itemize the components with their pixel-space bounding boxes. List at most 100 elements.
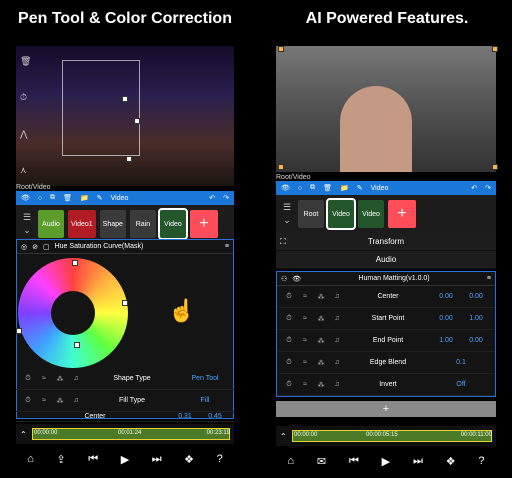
add-effect-button[interactable]: + [276, 401, 496, 417]
start-point-x[interactable]: 0.00 [431, 315, 461, 322]
pen-icon[interactable]: ✎ [357, 184, 363, 192]
gem-icon[interactable]: ❖ [446, 455, 456, 468]
trash-icon[interactable]: 🗑 [20, 56, 32, 67]
share-icon[interactable]: ⇪ [56, 453, 65, 466]
pattern-icon[interactable]: ⁂ [313, 381, 329, 389]
row-center[interactable]: Center 0.31 0.45 [16, 412, 234, 422]
redo-icon[interactable]: ↷ [485, 184, 491, 192]
note-icon[interactable]: ♫ [329, 293, 345, 300]
redo-icon[interactable]: ↷ [223, 194, 229, 202]
timer-icon[interactable]: ⏱ [281, 381, 297, 389]
row-fill-type[interactable]: ⏱ ≈ ⁂ ♫ Fill Type Fill [16, 390, 234, 412]
row-edge-blend[interactable]: ⏱ ≈ ⁂ ♫ Edge Blend 0.1 [277, 352, 495, 374]
pattern-icon[interactable]: ⁂ [313, 337, 329, 345]
layer-chip-root[interactable]: Root [298, 200, 324, 228]
play-icon[interactable]: ▶ [382, 455, 390, 468]
mask-handle[interactable] [134, 118, 140, 124]
copy-icon[interactable]: ⧉ [310, 184, 315, 192]
mask-handle[interactable] [122, 96, 128, 102]
trash-icon[interactable]: 🗑 [63, 194, 72, 202]
chevron-up-icon[interactable]: ⌃ [20, 430, 27, 439]
graph-icon[interactable]: ≈ [297, 315, 313, 322]
pen-icon[interactable]: ✎ [97, 194, 103, 202]
pattern-icon[interactable]: ⁂ [52, 375, 68, 383]
invert-value[interactable]: Off [431, 381, 491, 388]
row-invert[interactable]: ⏱ ≈ ⁂ ♫ Invert Off [277, 374, 495, 396]
timer-icon[interactable]: ⏱ [281, 359, 297, 367]
graph-icon[interactable]: ≈ [36, 397, 52, 404]
timeline[interactable]: ⌃ 00:00:00 00:00:05:15 00:00:11:00 [276, 426, 496, 446]
pattern-icon[interactable]: ⁂ [52, 397, 68, 405]
eye-icon[interactable]: 👁 [21, 194, 30, 202]
help-icon[interactable]: ? [217, 453, 223, 465]
layer-chip-audio[interactable]: Audio [38, 210, 64, 238]
edge-blend-value[interactable]: 0.1 [431, 359, 491, 366]
note-icon[interactable]: ♫ [329, 381, 345, 388]
timer-icon[interactable]: ⏱ [281, 315, 297, 323]
note-icon[interactable]: ♫ [329, 359, 345, 366]
next-icon[interactable]: ⏭ [152, 453, 162, 466]
list-icon[interactable]: ☰ [23, 212, 31, 223]
next-icon[interactable]: ⏭ [413, 455, 423, 468]
help-icon[interactable]: ? [478, 455, 484, 467]
gem-icon[interactable]: ❖ [184, 453, 194, 466]
graph-icon[interactable]: ≈ [297, 293, 313, 300]
row-start-point[interactable]: ⏱ ≈ ⁂ ♫ Start Point 0.00 1.00 [277, 308, 495, 330]
curve-icon[interactable]: ⋀ [20, 129, 32, 140]
timer-icon[interactable]: ⏱ [281, 337, 297, 345]
copy-icon[interactable]: ⧉ [50, 194, 55, 202]
add-layer-button[interactable]: + [388, 200, 416, 228]
corner-handle[interactable] [492, 164, 498, 170]
menu-icon[interactable]: ≡ [487, 275, 491, 282]
home-icon[interactable]: ⌂ [287, 455, 294, 467]
layer-chip-video-2[interactable]: Video [358, 200, 384, 228]
eye-icon[interactable]: 👁 [292, 275, 301, 283]
pattern-icon[interactable]: ⁂ [313, 359, 329, 367]
color-wheel[interactable] [18, 258, 128, 368]
wheel-handle[interactable] [122, 300, 128, 306]
graph-icon[interactable]: ≈ [297, 381, 313, 388]
row-shape-type[interactable]: ⏱ ≈ ⁂ ♫ Shape Type Pen Tool [16, 368, 234, 390]
section-audio[interactable]: Audio [276, 251, 496, 269]
pattern-icon[interactable]: ⁂ [313, 293, 329, 301]
note-icon[interactable]: ♫ [68, 375, 84, 382]
layer-chip-video[interactable]: Video [326, 198, 356, 230]
graph-icon[interactable]: ≈ [36, 375, 52, 382]
add-layer-button[interactable]: + [189, 210, 218, 238]
note-icon[interactable]: ♫ [329, 315, 345, 322]
chevron-up-icon[interactable]: ⌃ [280, 432, 287, 441]
fill-type-value[interactable]: Fill [180, 397, 230, 404]
center-value-x[interactable]: 0.31 [170, 413, 200, 420]
mask-handle[interactable] [126, 156, 132, 162]
graph-icon[interactable]: ≈ [297, 337, 313, 344]
timer-icon[interactable]: ⏱ [281, 293, 297, 301]
row-end-point[interactable]: ⏱ ≈ ⁂ ♫ End Point 1.00 0.00 [277, 330, 495, 352]
undo-icon[interactable]: ↶ [471, 184, 477, 192]
wheel-handle[interactable] [72, 260, 78, 266]
person-icon[interactable]: ⚇ [281, 275, 287, 283]
undo-icon[interactable]: ↶ [209, 194, 215, 202]
wheel-handle[interactable] [74, 342, 80, 348]
row-center[interactable]: ⏱ ≈ ⁂ ♫ Center 0.00 0.00 [277, 286, 495, 308]
list-icon[interactable]: ☰ [283, 202, 291, 213]
circle-icon[interactable]: ○ [298, 185, 302, 192]
chat-icon[interactable]: ✉ [317, 455, 326, 468]
timer-icon[interactable]: ⏱ [20, 375, 36, 383]
end-point-x[interactable]: 1.00 [431, 337, 461, 344]
layer-chip-video[interactable]: Video [157, 208, 188, 240]
center-value-y[interactable]: 0.45 [200, 413, 230, 420]
end-point-y[interactable]: 0.00 [461, 337, 491, 344]
wheel-handle[interactable] [16, 328, 22, 334]
timer-icon[interactable]: ⏱ [20, 92, 32, 103]
trash-icon[interactable]: 🗑 [323, 184, 332, 192]
mask-icon[interactable]: ▢ [43, 243, 50, 251]
menu-icon[interactable]: ≡ [225, 243, 229, 250]
folder-icon[interactable]: 📁 [80, 194, 89, 202]
corner-handle[interactable] [492, 46, 498, 52]
chevron-down-icon[interactable]: ⌄ [23, 225, 31, 236]
play-icon[interactable]: ▶ [121, 453, 129, 466]
timeline[interactable]: ⌃ 00:00:00 00:01:24 00:23:19 [16, 424, 234, 444]
note-icon[interactable]: ♫ [68, 397, 84, 404]
circle-icon[interactable]: ○ [38, 195, 42, 202]
note-icon[interactable]: ♫ [329, 337, 345, 344]
